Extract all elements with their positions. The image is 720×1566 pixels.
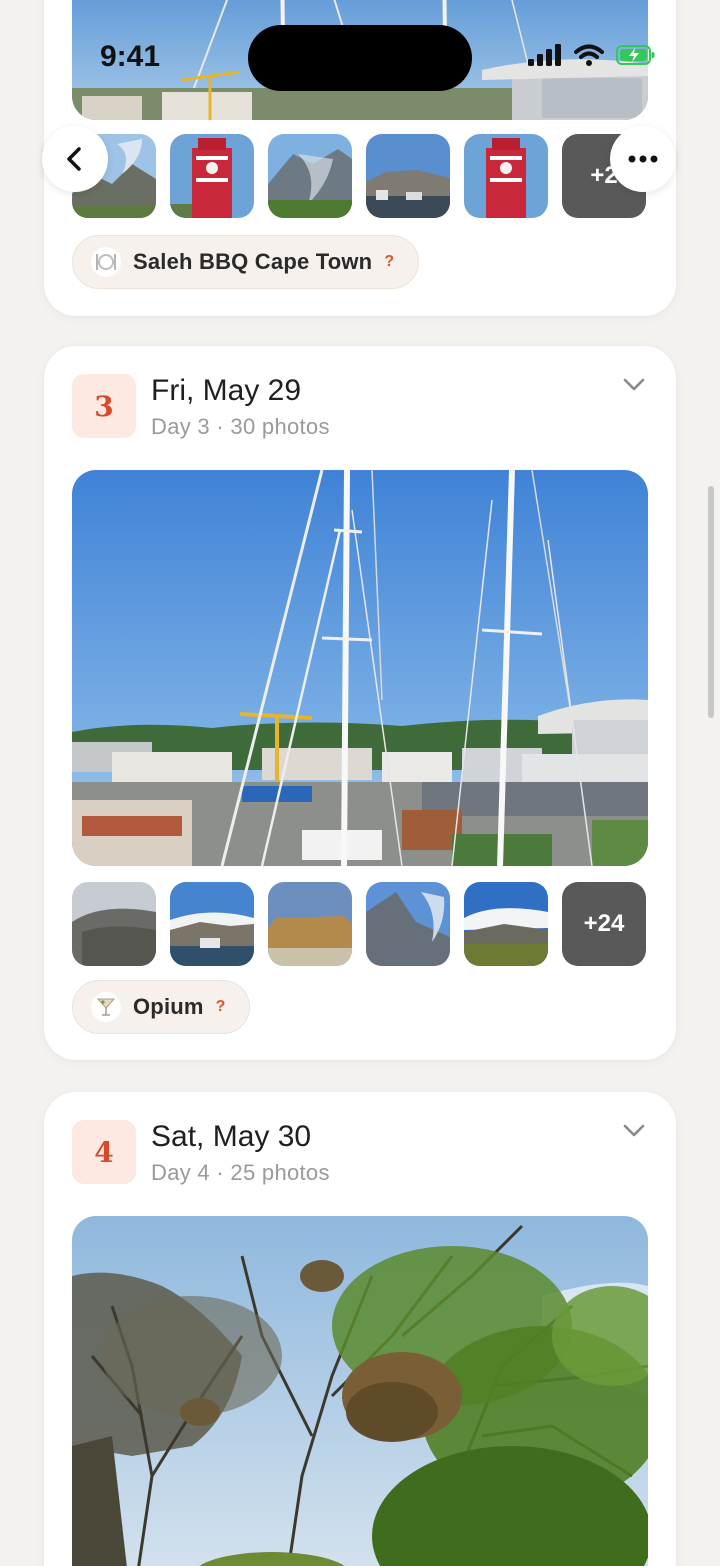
photo-thumbnail-strip: +24 xyxy=(72,882,646,966)
wifi-icon xyxy=(574,44,604,66)
back-button[interactable] xyxy=(42,126,108,192)
status-bar: 9:41 xyxy=(0,0,720,120)
photo-thumbnail-strip: +2 xyxy=(72,134,646,218)
battery-charging-icon xyxy=(616,45,655,65)
photo-thumbnail[interactable] xyxy=(268,882,352,966)
chevron-down-icon[interactable] xyxy=(620,1116,648,1144)
more-dots-icon xyxy=(628,155,658,163)
unverified-mark: ? xyxy=(215,998,226,1015)
photo-thumbnail[interactable] xyxy=(464,134,548,218)
photo-thumbnail[interactable] xyxy=(464,882,548,966)
day-hero-photo[interactable] xyxy=(72,1216,648,1566)
photo-thumbnail[interactable] xyxy=(72,882,156,966)
dynamic-island xyxy=(248,25,472,91)
more-button[interactable] xyxy=(610,126,676,192)
photo-thumbnail[interactable] xyxy=(170,134,254,218)
cocktail-icon xyxy=(91,992,121,1022)
day-number-badge: 4 xyxy=(72,1120,136,1184)
place-name: Saleh BBQ Cape Town xyxy=(133,249,373,274)
place-name: Opium xyxy=(133,994,204,1019)
photo-thumbnail[interactable] xyxy=(268,134,352,218)
cellular-signal-icon xyxy=(528,44,561,66)
photo-thumbnail[interactable] xyxy=(170,882,254,966)
status-time: 9:41 xyxy=(100,40,161,73)
scroll-indicator[interactable] xyxy=(708,486,714,718)
day-number-badge: 3 xyxy=(72,374,136,438)
back-chevron-icon xyxy=(67,147,81,171)
plate-icon xyxy=(91,247,121,277)
more-photos-button[interactable]: +24 xyxy=(562,882,646,966)
chevron-down-icon[interactable] xyxy=(620,370,648,398)
day-subtitle: Day 3 · 30 photos xyxy=(151,414,330,439)
day-card-4: 4 Sat, May 30 Day 4 · 25 photos xyxy=(44,1092,676,1566)
day-card-3: 3 Fri, May 29 Day 3 · 30 photos +24 Opiu… xyxy=(44,346,676,1060)
unverified-mark: ? xyxy=(384,253,395,270)
day-hero-photo[interactable] xyxy=(72,470,648,866)
day-date-title: Fri, May 29 xyxy=(151,374,302,407)
day-date-title: Sat, May 30 xyxy=(151,1120,312,1153)
place-chip[interactable]: Saleh BBQ Cape Town ? xyxy=(72,235,420,289)
photo-thumbnail[interactable] xyxy=(366,134,450,218)
day-subtitle: Day 4 · 25 photos xyxy=(151,1160,330,1185)
status-icons xyxy=(528,44,656,66)
photo-thumbnail[interactable] xyxy=(366,882,450,966)
place-chip[interactable]: Opium ? xyxy=(72,980,251,1034)
